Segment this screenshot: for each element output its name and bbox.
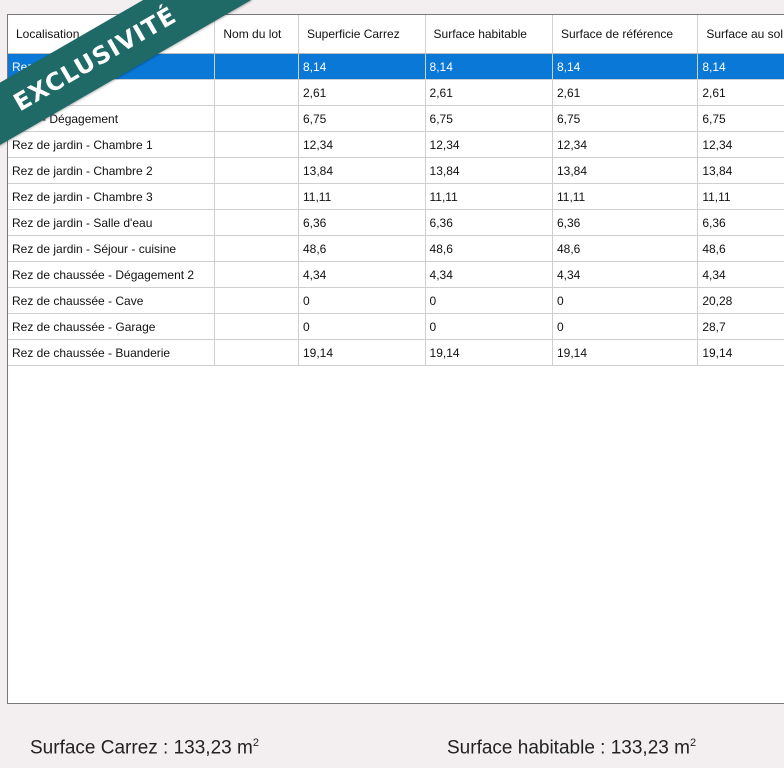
cell-nom-du-lot: [214, 235, 299, 262]
cell-nom-du-lot: [214, 261, 299, 288]
cell-surface-reference: 2,61: [552, 79, 699, 106]
table-row[interactable]: ardin - Dégagement 6,75 6,75 6,75 6,75: [8, 105, 784, 132]
cell-surface-habitable: 48,6: [425, 235, 553, 262]
cell-localisation: Rez de jardin - Salle d'eau: [8, 209, 216, 236]
cell-nom-du-lot: [214, 183, 299, 210]
cell-surface-au-sol: 4,34: [697, 261, 784, 288]
cell-surface-au-sol: 48,6: [697, 235, 784, 262]
cell-surface-au-sol: 12,34: [697, 131, 784, 158]
column-header-superficie-carrez[interactable]: Superficie Carrez: [298, 15, 426, 54]
table-row[interactable]: Rez de jardin - Chambre 2 13,84 13,84 13,84…: [8, 157, 784, 184]
cell-surface-habitable: 13,84: [425, 157, 553, 184]
cell-nom-du-lot: [214, 313, 299, 340]
table-body: Rez8,148,148,148,14Wc2,612,612,612,61ard…: [8, 53, 784, 366]
cell-localisation: Rez de jardin - Chambre 1: [8, 131, 216, 158]
cell-localisation: Rez de jardin - Chambre 2: [8, 157, 216, 184]
cell-superficie-carrez: 13,84: [298, 157, 426, 184]
cell-surface-reference: 48,6: [552, 235, 699, 262]
cell-surface-reference: 6,36: [552, 209, 699, 236]
cell-superficie-carrez: 6,36: [298, 209, 426, 236]
cell-nom-du-lot: [214, 209, 299, 236]
cell-superficie-carrez: 6,75: [298, 105, 426, 132]
cell-surface-au-sol: 2,61: [697, 79, 784, 106]
cell-nom-du-lot: [214, 105, 299, 132]
table-row[interactable]: Rez de chaussée - Garage 0 0 0 28,7: [8, 313, 784, 340]
cell-surface-habitable: 0: [425, 313, 553, 340]
cell-superficie-carrez: 8,14: [298, 53, 426, 80]
column-header-nom-du-lot[interactable]: Nom du lot: [214, 15, 299, 54]
table-row[interactable]: Rez de jardin - Salle d'eau 6,36 6,36 6,36 6…: [8, 209, 784, 236]
cell-surface-au-sol: 8,14: [697, 53, 784, 80]
cell-localisation: Rez de chaussée - Buanderie: [8, 339, 216, 366]
cell-superficie-carrez: 0: [298, 287, 426, 314]
cell-localisation: Rez de jardin - Séjour - cuisine: [8, 235, 216, 262]
cell-surface-reference: 19,14: [552, 339, 699, 366]
table-row[interactable]: Wc2,612,612,612,61: [8, 79, 784, 106]
cell-superficie-carrez: 0: [298, 313, 426, 340]
cell-surface-reference: 12,34: [552, 131, 699, 158]
cell-surface-habitable: 6,75: [425, 105, 553, 132]
cell-localisation: Rez de chaussée - Garage: [8, 313, 216, 340]
cell-surface-reference: 8,14: [552, 53, 699, 80]
cell-surface-reference: 6,75: [552, 105, 699, 132]
table-row[interactable]: Rez de jardin - Séjour - cuisine 48,6 48,6…: [8, 235, 784, 262]
table-row[interactable]: Rez de jardin - Chambre 3 11,11 11,11 11,11…: [8, 183, 784, 210]
column-header-surface-au-sol[interactable]: Surface au sol: [697, 15, 784, 54]
cell-nom-du-lot: [214, 79, 299, 106]
column-header-surface-reference[interactable]: Surface de référence: [552, 15, 699, 54]
surface-habitable-total: Surface habitable : 133,23 m: [447, 737, 690, 759]
cell-surface-au-sol: 20,28: [697, 287, 784, 314]
cell-superficie-carrez: 4,34: [298, 261, 426, 288]
cell-surface-reference: 4,34: [552, 261, 699, 288]
cell-surface-reference: 13,84: [552, 157, 699, 184]
surfaces-table-panel[interactable]: Localisation Nom du lot Superficie Carre…: [7, 14, 784, 704]
table-row[interactable]: Rez de chaussée - Dégagement 2 4,34 4,34 4,…: [8, 261, 784, 288]
cell-nom-du-lot: [214, 157, 299, 184]
cell-surface-habitable: 11,11: [425, 183, 553, 210]
cell-nom-du-lot: [214, 339, 299, 366]
cell-surface-au-sol: 19,14: [697, 339, 784, 366]
surface-carrez-total: Surface Carrez : 133,23 m: [30, 737, 253, 759]
footer-surface-carrez: Surface Carrez : 133,23 m2: [30, 737, 259, 759]
cell-nom-du-lot: [214, 131, 299, 158]
cell-surface-reference: 11,11: [552, 183, 699, 210]
cell-localisation: Rez de chaussée - Cave: [8, 287, 216, 314]
table-row[interactable]: Rez de chaussée - Buanderie 19,14 19,14 19,…: [8, 339, 784, 366]
cell-surface-reference: 0: [552, 287, 699, 314]
cell-localisation: Rez de chaussée - Dégagement 2: [8, 261, 216, 288]
cell-superficie-carrez: 2,61: [298, 79, 426, 106]
cell-nom-du-lot: [214, 53, 299, 80]
cell-surface-habitable: 2,61: [425, 79, 553, 106]
cell-localisation: Rez de jardin - Chambre 3: [8, 183, 216, 210]
cell-surface-au-sol: 13,84: [697, 157, 784, 184]
cell-surface-reference: 0: [552, 313, 699, 340]
cell-surface-au-sol: 28,7: [697, 313, 784, 340]
cell-surface-habitable: 12,34: [425, 131, 553, 158]
footer-surface-habitable: Surface habitable : 133,23 m2: [447, 737, 696, 759]
cell-surface-habitable: 6,36: [425, 209, 553, 236]
column-header-surface-habitable[interactable]: Surface habitable: [425, 15, 553, 54]
cell-surface-habitable: 0: [425, 287, 553, 314]
cell-superficie-carrez: 48,6: [298, 235, 426, 262]
cell-superficie-carrez: 12,34: [298, 131, 426, 158]
cell-superficie-carrez: 19,14: [298, 339, 426, 366]
cell-superficie-carrez: 11,11: [298, 183, 426, 210]
unit-exponent: 2: [252, 737, 259, 749]
cell-surface-au-sol: 6,75: [697, 105, 784, 132]
unit-exponent: 2: [689, 737, 697, 749]
cell-surface-habitable: 8,14: [425, 53, 553, 80]
cell-nom-du-lot: [214, 287, 299, 314]
cell-surface-au-sol: 6,36: [697, 209, 784, 236]
cell-surface-au-sol: 11,11: [697, 183, 784, 210]
table-row[interactable]: Rez de jardin - Chambre 1 12,34 12,34 12,34…: [8, 131, 784, 158]
cell-surface-habitable: 4,34: [425, 261, 553, 288]
table-row[interactable]: Rez de chaussée - Cave 0 0 0 20,28: [8, 287, 784, 314]
cell-surface-habitable: 19,14: [425, 339, 553, 366]
